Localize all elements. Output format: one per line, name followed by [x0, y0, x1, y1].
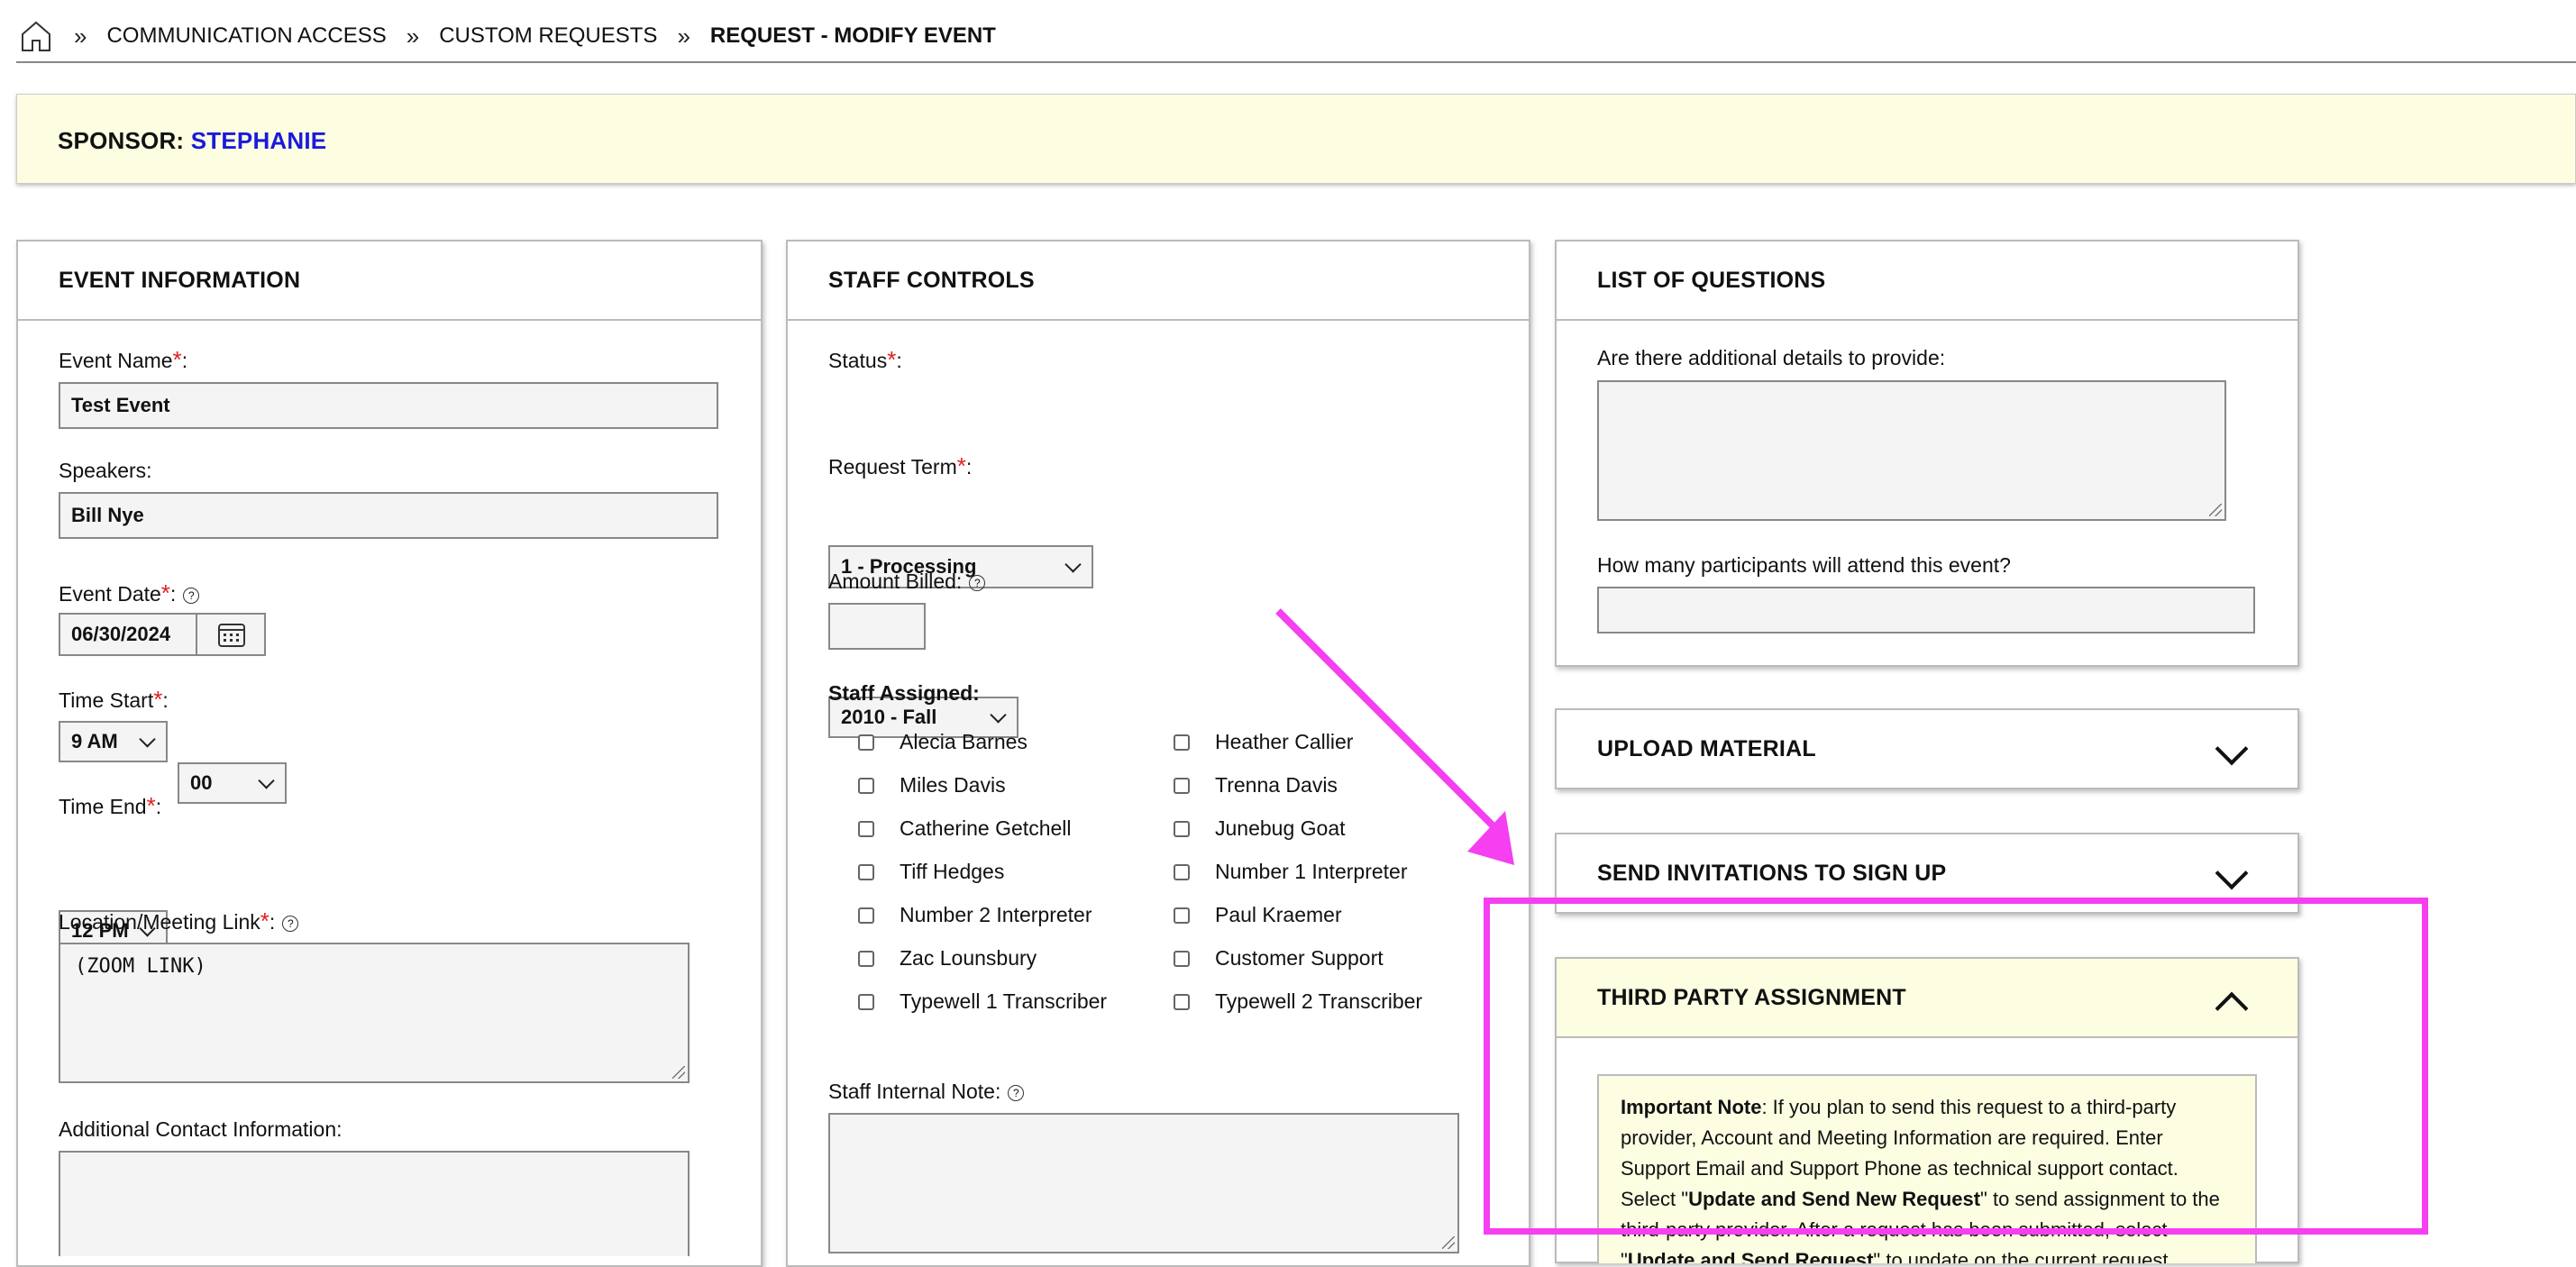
question-1-textarea[interactable]: [1597, 380, 2226, 521]
staff-checkbox[interactable]: [858, 820, 874, 837]
staff-checkbox[interactable]: [858, 863, 874, 880]
time-start-minute-value: 00: [190, 771, 213, 794]
staff-checkbox-row[interactable]: Paul Kraemer: [1174, 903, 1342, 927]
status-label: Status*:: [828, 346, 902, 373]
staff-checkbox-row[interactable]: Number 2 Interpreter: [858, 903, 1092, 927]
chevron-down-icon: [990, 706, 1007, 724]
sponsor-label: SPONSOR:: [58, 127, 185, 154]
important-note-text: " to update on the current request.: [1873, 1249, 2174, 1263]
breadcrumb-separator: »: [74, 22, 87, 50]
staff-name: Number 2 Interpreter: [900, 903, 1092, 926]
resize-handle-icon[interactable]: [2209, 504, 2222, 516]
time-start-hour-select[interactable]: 9 AM: [59, 721, 168, 762]
time-start-hour-value: 9 AM: [71, 730, 118, 752]
help-icon[interactable]: ?: [969, 574, 986, 591]
staff-checkbox[interactable]: [1174, 820, 1190, 837]
annotation-highlight-box: [1484, 898, 2428, 1235]
staff-internal-note-textarea[interactable]: [828, 1113, 1459, 1253]
resize-handle-icon[interactable]: [1442, 1236, 1455, 1249]
staff-checkbox-row[interactable]: Customer Support: [1174, 946, 1384, 971]
additional-contact-label: Additional Contact Information:: [59, 1117, 343, 1141]
staff-name: Paul Kraemer: [1215, 903, 1342, 926]
staff-internal-note-label: Staff Internal Note:?: [828, 1080, 1025, 1104]
location-value: (ZOOM LINK): [75, 955, 206, 978]
staff-checkbox[interactable]: [1174, 950, 1190, 967]
staff-checkbox[interactable]: [1174, 777, 1190, 794]
staff-checkbox-row[interactable]: Zac Lounsbury: [858, 946, 1037, 971]
staff-checkbox[interactable]: [1174, 734, 1190, 751]
time-end-label: Time End*:: [59, 792, 162, 819]
amount-billed-label: Amount Billed:?: [828, 570, 986, 594]
staff-checkbox[interactable]: [858, 950, 874, 967]
breadcrumb-communication-access[interactable]: COMMUNICATION ACCESS: [106, 23, 386, 49]
annotation-arrow: [1275, 608, 1514, 865]
staff-name: Miles Davis: [900, 773, 1006, 797]
breadcrumb-custom-requests[interactable]: CUSTOM REQUESTS: [439, 23, 657, 49]
breadcrumb-current: REQUEST - MODIFY EVENT: [709, 23, 996, 48]
staff-checkbox-row[interactable]: Tiff Hedges: [858, 860, 1004, 884]
staff-name: Customer Support: [1215, 946, 1384, 970]
help-icon[interactable]: ?: [183, 587, 200, 604]
event-name-field[interactable]: Test Event: [59, 382, 718, 429]
event-date-label: Event Date*:?: [59, 579, 200, 607]
time-start-minute-select[interactable]: 00: [178, 762, 287, 804]
event-date-value: 06/30/2024: [71, 623, 171, 645]
staff-checkbox-row[interactable]: Miles Davis: [858, 773, 1006, 798]
question-2-field[interactable]: [1597, 587, 2255, 634]
question-1-label: Are there additional details to provide:: [1597, 346, 1946, 369]
help-icon[interactable]: ?: [282, 915, 299, 932]
sponsor-banner: SPONSOR: STEPHANIE: [16, 94, 2576, 184]
panel-title: STAFF CONTROLS: [788, 242, 1529, 321]
home-icon[interactable]: [18, 18, 54, 54]
help-icon[interactable]: ?: [1008, 1084, 1025, 1101]
staff-checkbox[interactable]: [1174, 863, 1190, 880]
panel-title: EVENT INFORMATION: [18, 242, 761, 321]
chevron-down-icon: [258, 772, 275, 789]
upload-material-panel[interactable]: UPLOAD MATERIAL: [1555, 708, 2299, 789]
staff-assigned-label: Staff Assigned:: [828, 681, 980, 705]
staff-name: Catherine Getchell: [900, 816, 1072, 840]
amount-billed-field[interactable]: [828, 603, 926, 650]
breadcrumb-separator: »: [406, 22, 420, 50]
staff-checkbox[interactable]: [858, 907, 874, 924]
calendar-icon[interactable]: [196, 615, 266, 654]
panel-title: LIST OF QUESTIONS: [1557, 242, 2297, 321]
important-note-action: Update and Send Request: [1627, 1249, 1874, 1263]
breadcrumb-separator: »: [677, 22, 690, 50]
resize-handle-icon[interactable]: [672, 1066, 685, 1079]
location-textarea[interactable]: (ZOOM LINK): [59, 943, 690, 1083]
staff-checkbox-row[interactable]: Typewell 2 Transcriber: [1174, 989, 1422, 1014]
chevron-down-icon: [1064, 556, 1082, 573]
chevron-down-icon: [139, 731, 156, 748]
staff-name: Alecia Barnes: [900, 730, 1028, 753]
additional-contact-textarea[interactable]: [59, 1151, 690, 1256]
staff-checkbox[interactable]: [858, 993, 874, 1010]
request-term-value: 2010 - Fall: [841, 706, 937, 728]
time-start-label: Time Start*:: [59, 686, 169, 713]
staff-checkbox[interactable]: [1174, 907, 1190, 924]
staff-name: Zac Lounsbury: [900, 946, 1037, 970]
request-term-label: Request Term*:: [828, 452, 973, 479]
speakers-label: Speakers:: [59, 459, 152, 482]
staff-checkbox-row[interactable]: Catherine Getchell: [858, 816, 1072, 841]
staff-checkbox[interactable]: [858, 734, 874, 751]
staff-checkbox[interactable]: [1174, 993, 1190, 1010]
panel-title[interactable]: UPLOAD MATERIAL: [1557, 710, 2297, 788]
question-2-label: How many participants will attend this e…: [1597, 553, 2011, 577]
location-label: Location/Meeting Link*:?: [59, 907, 299, 935]
staff-checkbox[interactable]: [858, 777, 874, 794]
speakers-field[interactable]: Bill Nye: [59, 492, 718, 539]
sponsor-name[interactable]: STEPHANIE: [191, 127, 327, 154]
breadcrumb-divider: [16, 61, 2576, 63]
breadcrumb: » COMMUNICATION ACCESS » CUSTOM REQUESTS…: [18, 13, 996, 59]
staff-name: Typewell 2 Transcriber: [1215, 989, 1423, 1013]
event-name-label: Event Name*:: [59, 346, 188, 373]
staff-checkbox-row[interactable]: Typewell 1 Transcriber: [858, 989, 1107, 1014]
staff-name: Tiff Hedges: [900, 860, 1005, 883]
staff-name: Typewell 1 Transcriber: [900, 989, 1108, 1013]
staff-checkbox-row[interactable]: Alecia Barnes: [858, 730, 1028, 754]
event-date-field[interactable]: 06/30/2024: [59, 613, 266, 656]
